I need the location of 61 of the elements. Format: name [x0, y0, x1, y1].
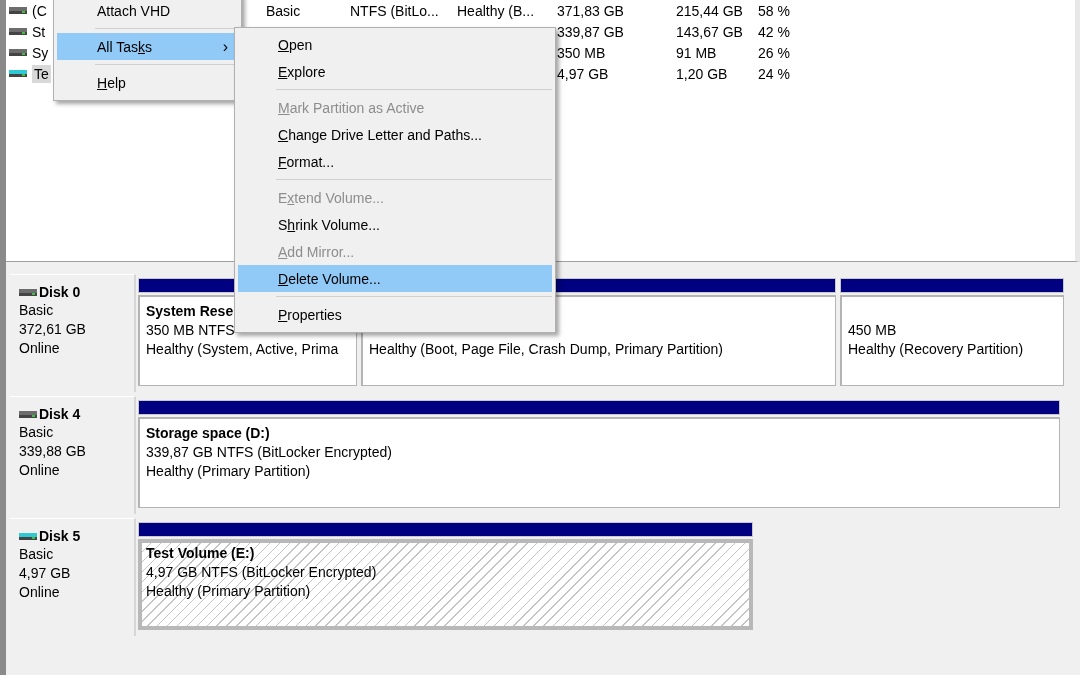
partition-title: Test Volume (E:) — [146, 544, 255, 563]
partition-size: 339,87 GB NTFS (BitLocker Encrypted) — [146, 443, 392, 462]
drive-icon — [9, 7, 27, 14]
disk-type: Basic — [19, 301, 55, 320]
menu-item[interactable]: Change Drive Letter and Paths... — [238, 121, 552, 148]
partition-status: Healthy (System, Active, Prima — [146, 340, 339, 359]
disk-status: Online — [19, 583, 61, 602]
drive-icon — [9, 70, 27, 77]
disk-size: 4,97 GB — [19, 564, 72, 583]
disk-name: Disk 0 — [39, 283, 81, 301]
disk-type: Basic — [19, 423, 55, 442]
menu-item[interactable]: Shrink Volume... — [238, 211, 552, 238]
table-cell: 1,20 GB — [676, 65, 728, 82]
partition-status: Healthy (Primary Partition) — [146, 462, 311, 481]
table-cell: Healthy (B... — [457, 2, 535, 19]
partition-status: Healthy (Primary Partition) — [146, 582, 311, 601]
table-cell: Basic — [266, 2, 301, 19]
partition-block[interactable]: Test Volume (E:) 4,97 GB NTFS (BitLocker Encrypted) Healthy (Primary Partition) — [138, 539, 753, 630]
table-cell: 24 % — [758, 65, 790, 82]
table-cell[interactable]: Sy — [32, 44, 49, 61]
menu-item[interactable]: Format... — [238, 148, 552, 175]
table-cell: 42 % — [758, 23, 790, 40]
partition-block[interactable]: Storage space (D:) 339,87 GB NTFS (BitLocker Encrypted) Healthy (Primary Partition) — [138, 417, 1060, 508]
table-cell: 350 MB — [557, 44, 606, 61]
disk-type: Basic — [19, 545, 55, 564]
table-cell: 58 % — [758, 2, 790, 19]
menu-item[interactable]: Attach VHD — [57, 0, 238, 24]
table-cell[interactable]: St — [32, 23, 46, 40]
disk-size: 372,61 GB — [19, 320, 87, 339]
menu-item[interactable]: Help — [57, 69, 238, 96]
partition-size: 350 MB NTFS — [146, 321, 235, 340]
disk-status: Online — [19, 461, 61, 480]
partition-status: Healthy (Boot, Page File, Crash Dump, Primary Partition) — [369, 340, 723, 359]
disk-size: 339,88 GB — [19, 442, 87, 461]
menu-item[interactable]: Open — [238, 31, 552, 58]
table-cell: NTFS (BitLo... — [350, 2, 439, 19]
table-cell[interactable]: Te — [32, 64, 51, 83]
drive-icon — [19, 288, 37, 296]
drive-icon — [9, 28, 27, 35]
table-cell: 371,83 GB — [557, 2, 624, 19]
partition-size: 4,97 GB NTFS (BitLocker Encrypted) — [146, 563, 377, 582]
table-cell: 215,44 GB — [676, 2, 743, 19]
table-cell: 4,97 GB — [557, 65, 609, 82]
drive-icon — [9, 49, 27, 56]
drive-icon — [19, 410, 37, 418]
partition-block[interactable]: 450 MB Healthy (Recovery Partition) — [840, 295, 1064, 386]
table-cell: 91 MB — [676, 44, 717, 61]
table-cell: 143,67 GB — [676, 23, 743, 40]
disk-name: Disk 4 — [39, 405, 81, 423]
partition-title: Storage space (D:) — [146, 424, 270, 443]
drive-icon — [19, 532, 37, 540]
table-cell: 26 % — [758, 44, 790, 61]
table-cell[interactable]: (C — [32, 2, 47, 19]
partition-status: Healthy (Recovery Partition) — [848, 340, 1024, 359]
partition-title: System Rese — [146, 302, 234, 321]
menu-item[interactable]: Explore — [238, 58, 552, 85]
disk-name: Disk 5 — [39, 527, 81, 545]
disk-status: Online — [19, 339, 61, 358]
partition-size: 450 MB — [848, 321, 897, 340]
menu-item[interactable]: Delete Volume... — [238, 265, 552, 292]
table-cell: 339,87 GB — [557, 23, 624, 40]
